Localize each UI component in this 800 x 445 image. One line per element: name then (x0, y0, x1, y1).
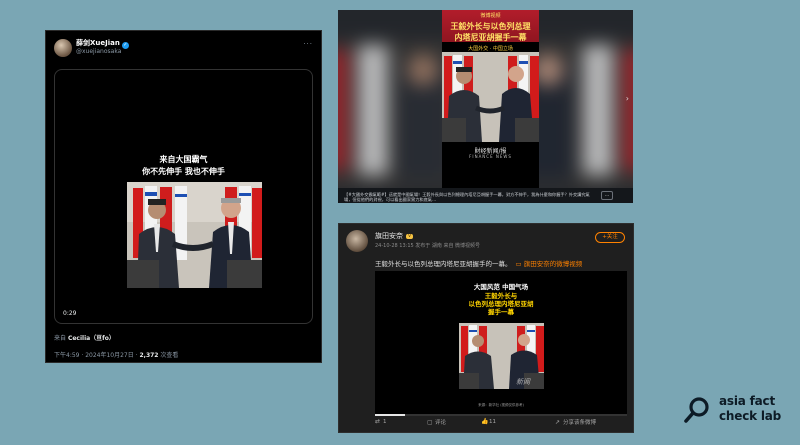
handshake-scene-image (459, 323, 544, 389)
repost-count: 1 (383, 419, 387, 425)
weibo-video-link-label[interactable]: 旗田安奈的微博视频 (524, 260, 583, 268)
video-title-line-3: 大国外交 · 中国立场 (468, 46, 513, 52)
post-timestamp[interactable]: 下午4:59 · 2024年10月27日 · (54, 352, 138, 359)
next-arrow-icon[interactable]: › (626, 94, 629, 103)
logo-text-line-2: check lab (719, 409, 782, 423)
video-post-card: 微博视频 王毅外长与以色列总理 内塔尼亚胡握手一幕 大国外交 · 中国立场 財经… (338, 10, 633, 203)
post-meta: 下午4:59 · 2024年10月27日 · 2,372 次查看 (54, 350, 178, 359)
video-subcaption: 来源：新华社 (视频仅供参考) (478, 403, 524, 407)
follow-button[interactable]: +关注 (595, 232, 625, 243)
comment-button[interactable]: ▢ 评论 (427, 418, 446, 426)
video-timestamp: 0:29 (63, 310, 77, 317)
asia-fact-check-lab-logo: asia fact check lab (683, 393, 795, 429)
comment-icon: ▢ (427, 419, 433, 426)
video-tag: 微博视频 (480, 13, 501, 19)
from-attribution: 来自 Cecilia（亘fo） (54, 333, 115, 342)
twitter-avatar[interactable] (54, 39, 72, 57)
weibo-video-link[interactable]: ▭ 旗田安奈的微博视频 (516, 260, 583, 268)
video-title-line-2: 内塔尼亚胡握手一幕 (454, 33, 527, 42)
video-description-bar: 【#大國外交霸氣範#】這就是中國氣場！王毅外長與以色列總理內塔尼亞胡握手一幕，對… (338, 188, 633, 203)
twitter-media-section: 来自大国霸气 你不先伸手 我也不伸手 0:29 来自 Cecilia（亘fo） … (54, 69, 313, 359)
share-icon: ↗ (555, 419, 561, 426)
video-progress-fill (375, 414, 406, 416)
weibo-post-card: 旗田安奈 V 24-10-28 13:15 发布于 湖南 来自 微博视频号 +关注… (338, 223, 634, 433)
repost-icon: ⇄ (375, 418, 381, 425)
share-button[interactable]: ↗ 分享该条微博 (555, 418, 596, 426)
more-button[interactable]: … (601, 191, 613, 200)
view-count-label: 次查看 (160, 352, 179, 359)
video-watermark: 新闻 (516, 378, 530, 386)
weibo-action-bar: ⇄ 1 ▢ 评论 👍11 ↗ 分享该条微博 (339, 418, 633, 432)
video-caption-line-2: 你不先伸手 我也不伸手 (142, 167, 225, 176)
handshake-scene-image (442, 52, 539, 142)
weibo-username[interactable]: 旗田安奈 (375, 232, 403, 240)
share-label: 分享该条微博 (563, 420, 597, 426)
repost-button[interactable]: ⇄ 1 (375, 418, 387, 425)
from-user[interactable]: Cecilia（亘fo） (68, 335, 115, 342)
twitter-display-name[interactable]: 薛剑XueJian (76, 39, 120, 47)
weibo-username-row: 旗田安奈 V (375, 231, 414, 241)
video-description: 【#大國外交霸氣範#】這就是中國氣場！王毅外長與以色列總理內塔尼亞胡握手一幕，對… (344, 192, 590, 203)
vertical-video-player[interactable]: 微博视频 王毅外长与以色列总理 内塔尼亚胡握手一幕 大国外交 · 中国立场 財经… (442, 10, 539, 188)
more-options-icon[interactable]: ··· (303, 40, 313, 48)
vip-badge-icon: V (406, 234, 414, 239)
weibo-post-text-row: 王毅外长与以色列总理内塔尼亚胡握手的一幕。 ▭ 旗田安奈的微博视频 (375, 258, 582, 268)
view-count: 2,372 (139, 352, 159, 359)
weibo-avatar[interactable] (346, 230, 368, 252)
handshake-scene-image (127, 182, 262, 288)
twitter-video-player[interactable]: 来自大国霸气 你不先伸手 我也不伸手 0:29 (54, 69, 313, 324)
twitter-post-card: 薛剑XueJian ✓ @xuejianosaka ··· 来自大国霸气 你不先伸… (45, 30, 322, 363)
logo-text-line-1: asia fact (719, 394, 775, 408)
video-watermark-en: FINANCE NEWS (469, 154, 512, 159)
weibo-post-text: 王毅外长与以色列总理内塔尼亚胡握手的一幕。 (375, 260, 512, 268)
video-progress-bar[interactable] (375, 414, 627, 416)
comment-label: 评论 (435, 420, 447, 426)
video-title-line-1: 王毅外长与以色列总理 (450, 22, 531, 31)
from-label: 来自 (54, 335, 67, 342)
magnifier-logo-icon (684, 397, 709, 423)
twitter-handle[interactable]: @xuejianosaka (76, 48, 121, 55)
video-caption-line-1: 来自大国霸气 (159, 155, 208, 164)
video-link-icon: ▭ (515, 260, 524, 268)
video-caption-line-4: 握手一幕 (488, 308, 514, 316)
thumbs-up-icon: 👍 (481, 418, 489, 425)
like-count: 11 (489, 419, 496, 425)
weibo-video-player[interactable]: 大国风范 中国气场 王毅外长与 以色列总理内塔尼亚胡 握手一幕 新闻 来源：新华… (375, 271, 627, 416)
like-button[interactable]: 👍11 (481, 418, 496, 425)
weibo-post-meta: 24-10-28 13:15 发布于 湖南 来自 微博视频号 (375, 243, 481, 249)
verified-badge-icon: ✓ (121, 42, 129, 49)
